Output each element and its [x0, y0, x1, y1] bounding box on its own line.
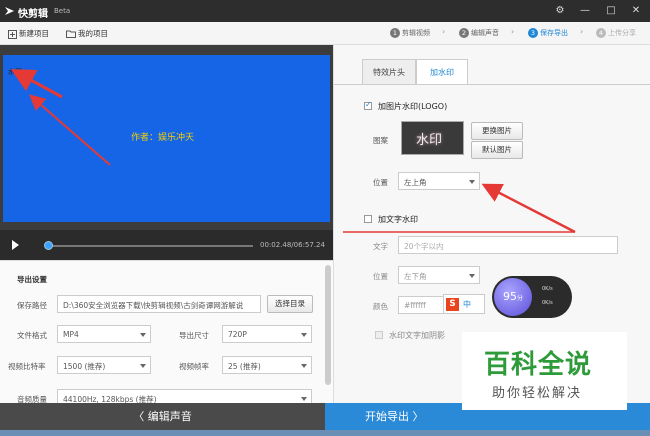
ime-mode: 中 [463, 300, 471, 309]
chevron-down-icon [140, 364, 146, 368]
bitrate-select[interactable]: 1500 (推荐) [57, 356, 151, 374]
preview-frame: 水印 作者：娱乐冲天 [0, 45, 333, 230]
progress-track[interactable] [45, 245, 253, 247]
baike-title: 百科全说 [484, 350, 593, 380]
framerate-select[interactable]: 25 (推荐) [222, 356, 312, 374]
image-watermark-label: 加图片水印(LOGO) [378, 102, 448, 111]
scrollbar[interactable] [325, 265, 331, 385]
new-project-icon [8, 29, 17, 39]
bitrate-label: 视频比特率 [8, 362, 46, 371]
step-arrow-icon: › [442, 27, 446, 36]
watermark-image-thumb: 水印 [401, 121, 464, 155]
minimize-icon[interactable]: — [577, 3, 593, 19]
tab-intro-effects[interactable]: 特效片头 [362, 59, 416, 85]
folder-icon [66, 30, 76, 38]
preview-caption: 作者：娱乐冲天 [131, 133, 195, 143]
timecode: 00:02.48/06:57.24 [260, 241, 325, 249]
export-section-title: 导出设置 [17, 275, 47, 284]
tab-add-watermark[interactable]: 加水印 [416, 59, 468, 85]
settings-icon[interactable]: ⚙ [552, 3, 568, 19]
player-controls: 00:02.48/06:57.24 [0, 230, 333, 260]
ime-toolbar[interactable]: S 中 [443, 294, 485, 314]
pattern-label: 图案 [373, 136, 388, 145]
text-position-select[interactable]: 左下角 [398, 266, 480, 284]
preview-watermark: 水印 [8, 68, 22, 76]
start-export-button[interactable]: 开始导出 〉 [325, 403, 485, 430]
step-save-export[interactable]: 3 保存导出 [528, 28, 568, 38]
new-project-label: 新建项目 [19, 29, 49, 38]
framerate-label: 视频帧率 [179, 362, 209, 371]
sogou-icon: S [446, 298, 459, 311]
chevron-down-icon [301, 333, 307, 337]
play-icon[interactable] [12, 240, 19, 250]
os-taskbar [0, 430, 650, 436]
size-label: 导出尺寸 [179, 331, 209, 340]
tab-divider [334, 84, 650, 85]
baike-subtitle: 助你轻松解决 [492, 386, 583, 401]
step-edit-audio[interactable]: 2 编辑声音 [459, 28, 499, 38]
save-path-field[interactable]: D:\360安全浏览器下载\快剪辑视频\古剑奇谭网游解说 [57, 295, 261, 313]
back-edit-audio-button[interactable]: 〈 编辑声音 [0, 403, 325, 430]
title-bar: 快剪辑 Beta ⚙ — □ ✕ [0, 0, 650, 22]
chevron-down-icon [469, 274, 475, 278]
upload-rate: 0K/s [542, 286, 553, 292]
step-upload-share[interactable]: 4 上传分享 [596, 28, 636, 38]
score-ball: 95分 [494, 278, 532, 316]
default-image-button[interactable]: 默认图片 [471, 141, 523, 159]
save-path-label: 保存路径 [17, 301, 47, 310]
size-select[interactable]: 720P [222, 325, 312, 343]
chevron-down-icon [301, 397, 307, 401]
download-rate: 0K/s [542, 300, 553, 306]
shadow-checkbox[interactable] [375, 331, 383, 339]
chevron-down-icon [140, 333, 146, 337]
color-label: 颜色 [373, 302, 388, 311]
new-project-button[interactable]: 新建项目 [8, 28, 49, 39]
step-arrow-icon: › [580, 27, 584, 36]
text-watermark-checkbox[interactable] [364, 215, 372, 223]
export-settings: 导出设置 保存路径 D:\360安全浏览器下载\快剪辑视频\古剑奇谭网游解说 选… [0, 260, 333, 407]
format-select[interactable]: MP4 [57, 325, 151, 343]
image-watermark-checkbox[interactable] [364, 100, 372, 110]
my-projects-label: 我的项目 [78, 29, 108, 38]
text-label: 文字 [373, 242, 388, 251]
position-select[interactable]: 左上角 [398, 172, 480, 190]
maximize-icon[interactable]: □ [603, 3, 619, 19]
shadow-label: 水印文字加阴影 [389, 331, 445, 340]
chevron-down-icon [301, 364, 307, 368]
toolbar: 新建项目 我的项目 1 剪辑视频 › 2 编辑声音 › 3 保存导出 › 4 上传分享 [0, 22, 650, 45]
progress-knob[interactable] [44, 241, 54, 250]
speed-ball-widget[interactable]: 95分 0K/s 0K/s [492, 276, 572, 318]
app-title: 快剪辑 [18, 9, 48, 20]
my-projects-button[interactable]: 我的项目 [66, 28, 108, 39]
app-logo-icon [5, 7, 14, 15]
choose-dir-button[interactable]: 选择目录 [267, 295, 313, 313]
replace-image-button[interactable]: 更换图片 [471, 122, 523, 140]
text-watermark-label: 加文字水印 [378, 215, 418, 224]
chevron-down-icon [469, 180, 475, 184]
text-position-label: 位置 [373, 272, 388, 281]
video-preview: 水印 作者：娱乐冲天 [3, 55, 330, 222]
position-label: 位置 [373, 178, 388, 187]
step-edit-video[interactable]: 1 剪辑视频 [390, 28, 430, 38]
baike-watermark: 百科全说 助你轻松解决 [462, 332, 627, 410]
format-label: 文件格式 [17, 331, 47, 340]
step-arrow-icon: › [511, 27, 515, 36]
text-input[interactable]: 20个字以内 [398, 236, 618, 254]
beta-label: Beta [54, 7, 71, 15]
close-icon[interactable]: ✕ [628, 3, 644, 19]
